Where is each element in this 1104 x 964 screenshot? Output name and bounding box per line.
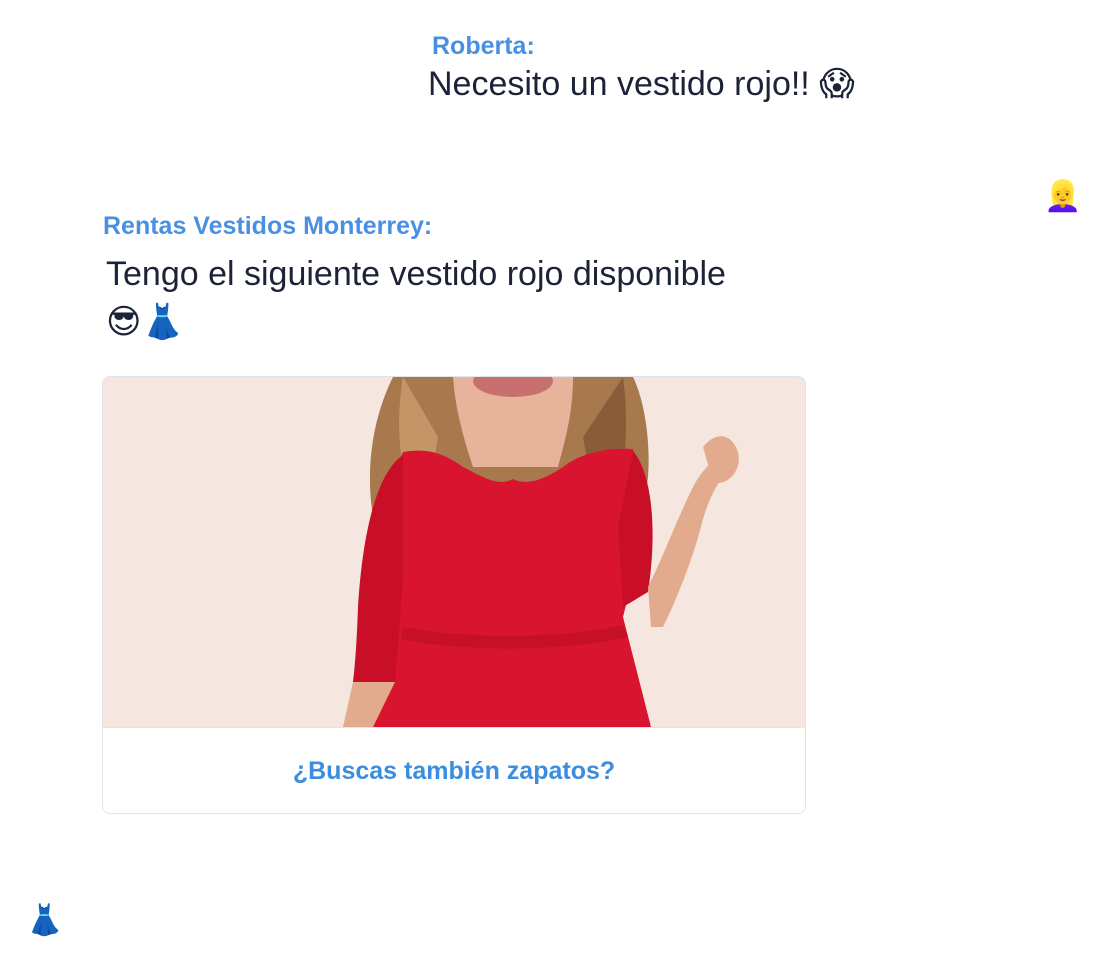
chat-transcript: Roberta: Necesito un vestido rojo!! 😱 👱‍… (0, 0, 1104, 964)
user-avatar-icon: 👱‍♀️ (1044, 179, 1082, 214)
bot-sender-name: Rentas Vestidos Monterrey: (103, 212, 433, 240)
dress-avatar-icon: 👗 (26, 903, 64, 938)
user-message-text: Necesito un vestido rojo!! (428, 65, 810, 103)
red-dress-image[interactable] (103, 377, 805, 727)
dress-photo-illustration (103, 377, 805, 727)
screaming-face-icon: 😱 (819, 64, 855, 104)
shoes-suggestion-label: ¿Buscas también zapatos? (292, 756, 616, 785)
user-sender-name: Roberta: (432, 32, 535, 60)
bot-message-text: Tengo el siguiente vestido rojo disponib… (106, 255, 726, 293)
shoes-suggestion-button[interactable]: ¿Buscas también zapatos? (103, 727, 805, 813)
product-card: ¿Buscas también zapatos? (102, 376, 806, 814)
bot-message: Tengo el siguiente vestido rojo disponib… (106, 250, 806, 346)
sunglasses-dress-icon: 😎👗 (106, 302, 184, 342)
user-message: Necesito un vestido rojo!! 😱 (428, 60, 855, 108)
